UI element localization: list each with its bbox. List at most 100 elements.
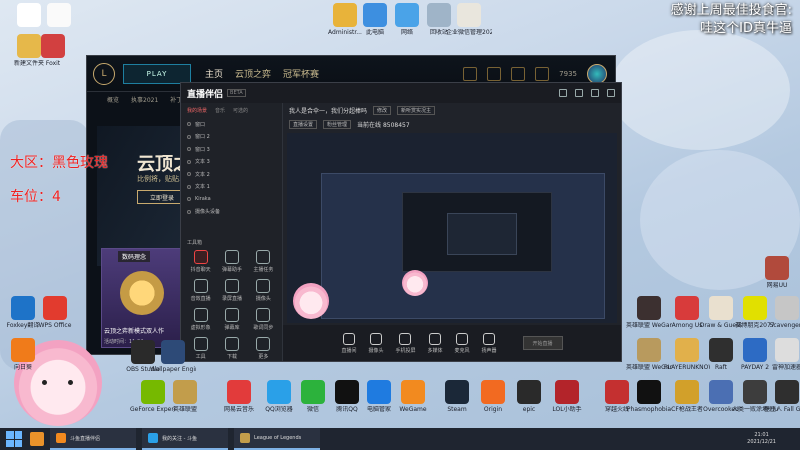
desktop-icon-bottom-12[interactable]: WeGame [390,380,436,413]
app-icon [401,380,425,404]
eye-icon[interactable] [187,172,191,177]
desktop-icon-label: WeGame [399,406,427,413]
desktop-icon-bottom-1[interactable]: WPS Office [32,296,78,329]
edit-chip[interactable]: 修改 [373,105,392,115]
eye-icon[interactable] [187,134,191,139]
scene-item[interactable]: 文本 1 [181,181,282,194]
subnav-item[interactable]: 执事2021 [131,95,158,104]
eye-icon[interactable] [187,147,191,152]
desktop-icon-left-1[interactable]: Foxit [30,34,76,67]
desktop-icon-right-5[interactable]: Scavengers [764,296,800,329]
champion-portrait [120,271,164,315]
desktop-icon-bottom-4[interactable]: Wallpaper Engine [150,340,196,373]
streaming-app-window[interactable]: 直播伴侣 BETA 我的场景 音乐 可选的 窗口 窗口 2 窗口 3 文本 3 文本 2… [180,82,622,362]
profile-icon[interactable] [535,66,550,81]
tool-icon [193,308,208,322]
clock-date: 2021/12/21 [747,439,776,445]
taskbar-label: League of Legends [254,435,302,441]
toolbox-item[interactable]: 下载 [216,337,247,360]
eye-icon[interactable] [187,184,191,189]
minimize-icon[interactable] [575,89,583,97]
scene-item[interactable]: Kiraka [181,193,282,206]
collection-icon[interactable] [487,66,502,81]
scene-item[interactable]: 文本 3 [181,156,282,169]
category-chip[interactable]: 新听赏实况主 [397,105,436,115]
eye-icon[interactable] [187,159,191,164]
taskbar: 斗鱼直播伴侣 我的关注 - 斗鱼 League of Legends 21:01… [0,428,800,450]
maximize-icon[interactable] [591,89,599,97]
toolbox-grid: 抖音聊天 弹幕助手 主播任务 音效直播 录屏直播 摄像头 虚拟形象 弹幕库 歌词同步 工具 下载 更多 [181,250,283,360]
tool-label: 摄像头 [255,296,271,302]
desktop-icon-bottom-16[interactable]: LOL小助手 [544,380,590,413]
scene-list: 窗口 窗口 2 窗口 3 文本 3 文本 2 文本 1 Kiraka 摄像头设备 [181,118,282,218]
app-icon [445,380,469,404]
app-icon [481,380,505,404]
toolbox-item[interactable]: 音效直播 [185,279,216,302]
scene-label: 文本 1 [195,184,210,191]
scene-label: 文本 3 [195,159,210,166]
scene-label: Kiraka [195,196,211,203]
nav-clash[interactable]: 冠军杯赛 [283,67,319,80]
settings-icon[interactable] [559,89,567,97]
app-icon [41,34,65,58]
taskbar-item-league[interactable]: League of Legends [234,428,320,450]
desktop-icon-bottom-2[interactable]: 向日葵 [0,338,46,371]
fans-chip[interactable]: 粉丝管理 [323,119,352,129]
toolbox-item[interactable]: 弹幕助手 [216,250,247,273]
desktop-icon-right-10[interactable]: 雷神加速器 [764,338,800,371]
eye-icon[interactable] [187,197,191,202]
eye-icon[interactable] [187,209,191,214]
loot-icon[interactable] [511,66,526,81]
play-button[interactable]: PLAY [123,63,191,84]
event-card[interactable]: 数码理念 云顶之弈新模式双人作 活动时间：11.24 [101,248,183,348]
eye-icon[interactable] [187,122,191,127]
scene-item[interactable]: 窗口 2 [181,131,282,144]
desktop-icon-bottom-6[interactable]: 英雄联盟 [162,380,208,413]
speaker-button[interactable]: 扬声器 [482,332,497,354]
taskbar-item-browser[interactable]: 我的关注 - 斗鱼 [142,428,228,450]
toolbox-item[interactable]: 更多 [248,337,279,360]
taskbar-item-stream-app[interactable]: 斗鱼直播伴侣 [50,428,136,450]
toolbox-item[interactable]: 摄像头 [248,279,279,302]
desktop-icon-right-16[interactable]: 糖豆人 Fall Guys [764,380,800,413]
stream-preview[interactable] [287,133,617,323]
mic-button[interactable]: 麦克风 [455,332,470,354]
stream-settings-chip[interactable]: 直播设置 [289,119,318,129]
scene-item[interactable]: 窗口 3 [181,143,282,156]
scene-item[interactable]: 文本 2 [181,168,282,181]
start-menu-icon[interactable] [6,431,22,447]
media-button[interactable]: 多媒体 [428,332,443,354]
desktop-icon-right-0[interactable]: 网易UU [754,256,800,289]
scene-item[interactable]: 窗口 [181,118,282,131]
tab-scenes[interactable]: 我的场景 [187,107,207,114]
app-icon [161,340,185,364]
start-stream-button[interactable]: 开始直播 [522,336,563,350]
nav-home[interactable]: 主页 [205,67,223,80]
toolbox-item[interactable]: 虚拟形象 [185,308,216,331]
desktop-icon-top-1[interactable] [36,3,82,29]
phone-cast-button[interactable]: 手机投屏 [395,332,416,354]
camera-button[interactable]: 摄像头 [368,332,383,354]
app-icon [43,296,67,320]
avatar[interactable] [587,63,607,84]
tool-icon [224,308,239,322]
toolbox-item[interactable]: 录屏直播 [216,279,247,302]
toolbox-item[interactable]: 抖音聊天 [185,250,216,273]
browser-taskbar-icon[interactable] [30,432,44,446]
tab-optional[interactable]: 可选的 [233,107,248,114]
toolbox-item[interactable]: 主播任务 [248,250,279,273]
nav-tft[interactable]: 云顶之弈 [235,67,271,80]
desktop-icon-top-6[interactable]: 企业微信管理2021011... [446,3,492,36]
tab-music[interactable]: 音乐 [215,107,225,114]
toolbox-item[interactable]: 弹幕库 [216,308,247,331]
screen-source-button[interactable]: 直播间 [341,332,356,354]
subnav-item[interactable]: 概览 [107,95,119,104]
media-icon [429,332,441,345]
scene-item[interactable]: 摄像头设备 [181,206,282,219]
donor-line-2: 哇这个ID真牛逼 [700,21,792,36]
taskbar-clock[interactable]: 21:01 2021/12/21 [747,432,776,446]
shop-icon[interactable] [463,66,478,81]
close-icon[interactable] [607,89,615,97]
bottom-label: 手机投屏 [395,347,416,354]
toolbox-item[interactable]: 歌词同步 [248,308,279,331]
